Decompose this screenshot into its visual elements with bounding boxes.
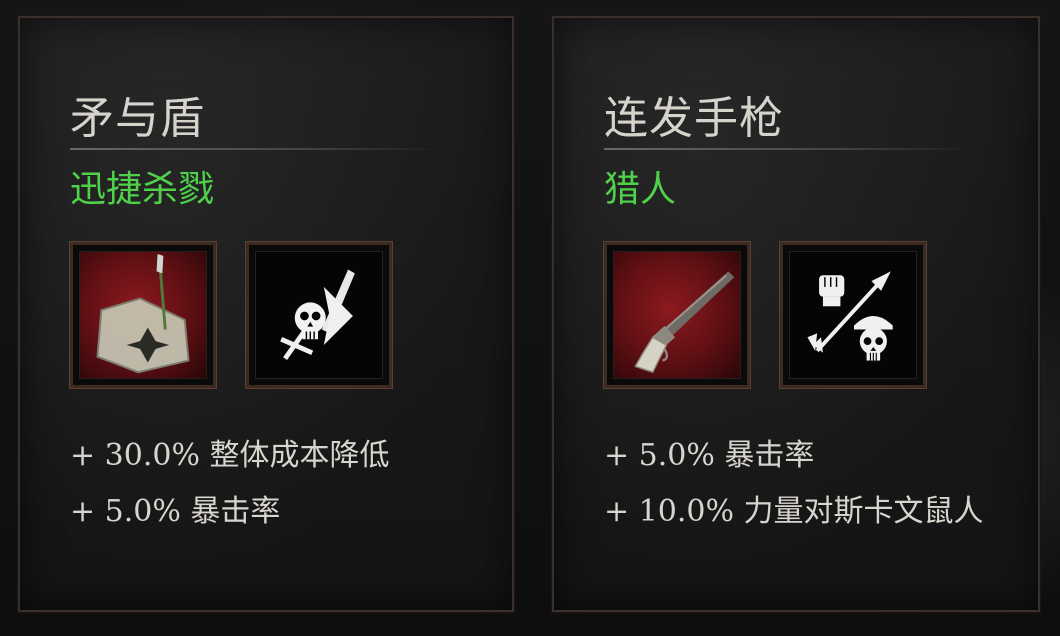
stat-line: + 5.0% 暴击率 — [604, 438, 815, 473]
weapon-slot[interactable] — [603, 241, 751, 389]
skull-blade-icon — [255, 251, 383, 379]
repeater-pistol-icon — [613, 251, 741, 379]
perk-slot[interactable] — [779, 241, 927, 389]
weapon-slot[interactable] — [69, 241, 217, 389]
stat-line: + 30.0% 整体成本降低 — [70, 438, 390, 473]
stat-list: + 30.0% 整体成本降低 + 5.0% 暴击率 — [70, 428, 470, 540]
trait-name: 猎人 — [604, 169, 677, 210]
stat-line: + 5.0% 暴击率 — [70, 494, 281, 529]
perk-slot[interactable] — [245, 241, 393, 389]
trait-name: 迅捷杀戮 — [70, 169, 215, 210]
stat-list: + 5.0% 暴击率 + 10.0% 力量对斯卡文鼠人 — [604, 428, 994, 540]
stat-line: + 10.0% 力量对斯卡文鼠人 — [604, 494, 984, 529]
weapon-title: 矛与盾 — [70, 93, 205, 144]
title-divider — [70, 148, 440, 150]
spear-shield-icon — [79, 251, 207, 379]
weapon-card-repeater-pistol: 连发手枪 猎人 + 5.0% 暴击率 + 10.0% 力量对斯卡文鼠人 — [551, 15, 1041, 613]
fist-arrow-skull-icon — [789, 251, 917, 379]
weapon-title: 连发手枪 — [604, 93, 784, 144]
weapon-card-spear-shield: 矛与盾 迅捷杀戮 + 30.0% 整体成本降低 + 5.0% 暴击率 — [17, 15, 515, 613]
title-divider — [604, 148, 974, 150]
